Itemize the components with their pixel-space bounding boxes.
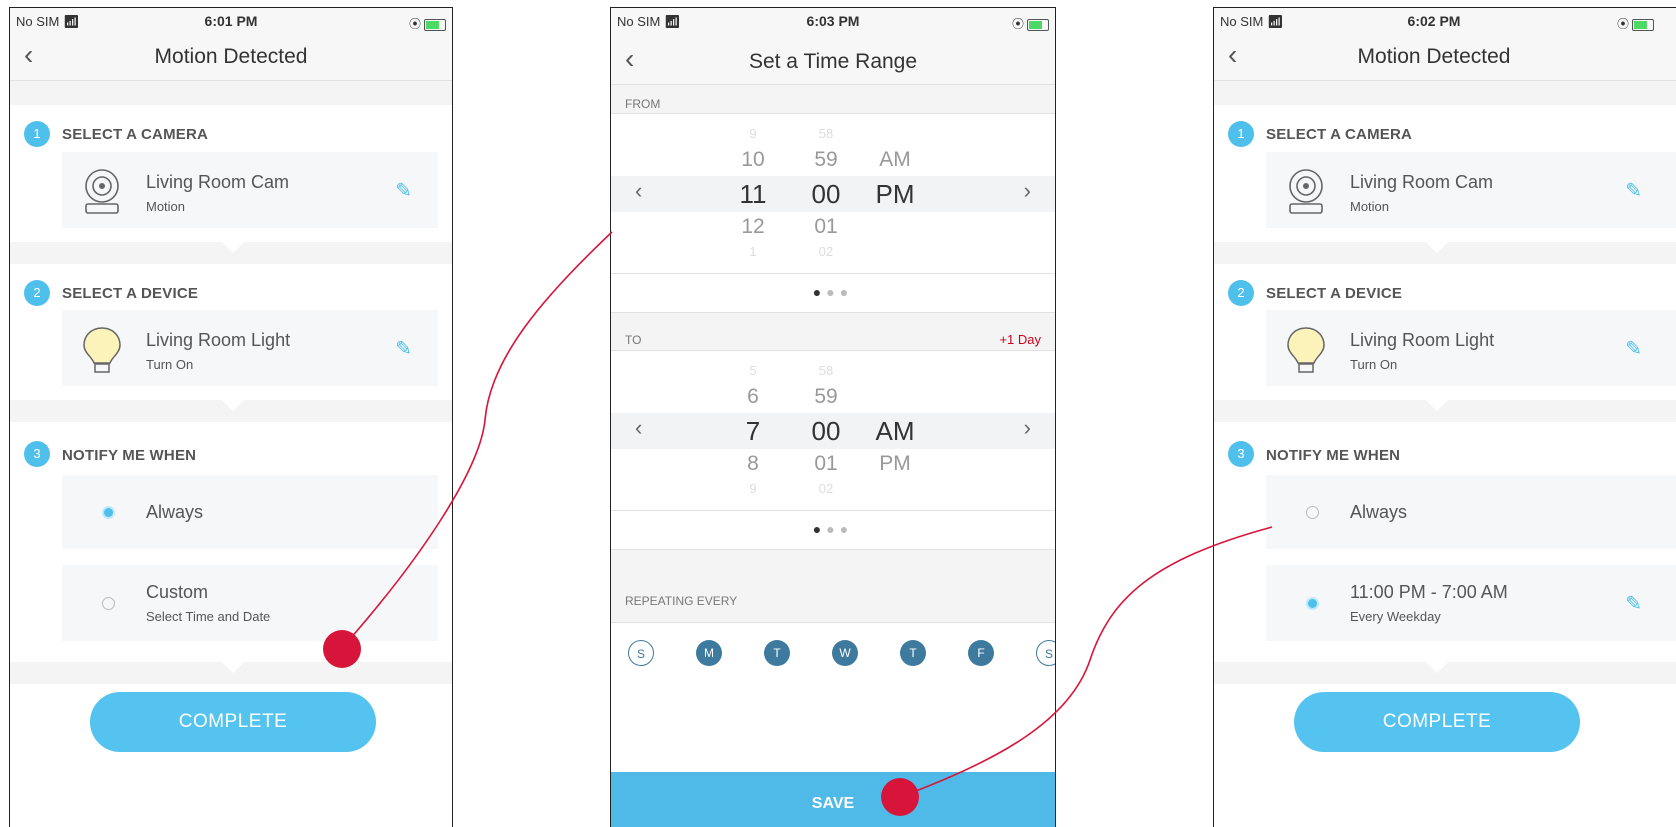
tap-indicator — [323, 630, 361, 668]
flow-connector — [341, 231, 613, 649]
flow-annotation-overlay — [323, 231, 1273, 816]
flow-connector — [899, 526, 1273, 798]
tap-indicator — [881, 778, 919, 816]
